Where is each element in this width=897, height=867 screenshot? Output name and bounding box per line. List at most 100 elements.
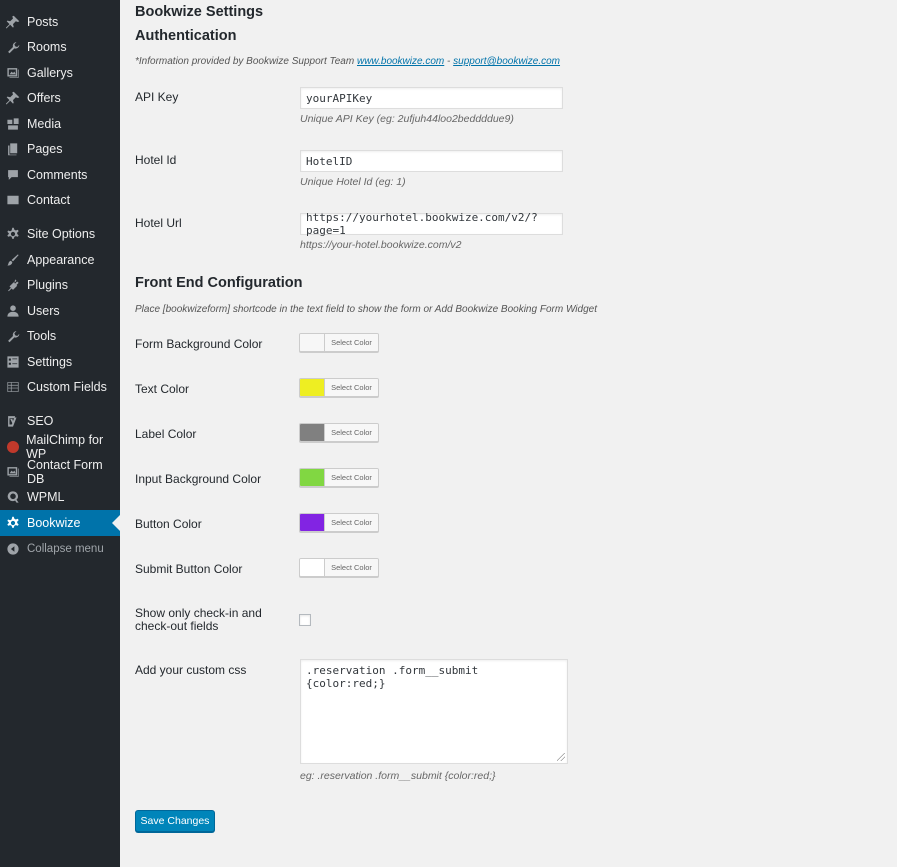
pin-icon [6,15,20,29]
menu-item-mailchimp[interactable]: MailChimp for WP [0,433,120,461]
mail-icon [6,193,20,207]
pin-icon [6,91,20,105]
menu-item-users[interactable]: Users [0,298,120,324]
gear-icon [6,516,20,530]
label-color-label: Label Color [135,427,197,441]
bookwize-website-link[interactable]: www.bookwize.com [357,56,444,67]
custom-css-label: Add your custom css [135,663,247,677]
menu-item-rooms[interactable]: Rooms [0,34,120,60]
custom-css-description: eg: .reservation .form__submit {color:re… [300,770,496,782]
frontend-heading: Front End Configuration [135,275,303,291]
menu-label: MailChimp for WP [26,433,104,461]
checkin-checkout-label: Show only check-in and check-out fields [135,607,262,633]
form-background-color-picker[interactable]: Select Color [299,333,379,352]
menu-item-offers[interactable]: Offers [0,85,120,111]
menu-label: SEO [27,414,54,428]
button-color-picker[interactable]: Select Color [299,513,379,532]
save-changes-button[interactable]: Save Changes [135,810,215,832]
select-color-button[interactable]: Select Color [325,379,378,396]
color-swatch [300,334,325,351]
submit-button-color-label: Submit Button Color [135,562,243,576]
menu-label: Tools [27,329,57,343]
mailchimp-icon [6,440,19,454]
menu-label: Contact [27,193,71,207]
checkin-checkout-checkbox[interactable] [299,614,311,626]
select-color-button[interactable]: Select Color [325,334,378,351]
menu-item-bookwize[interactable]: Bookwize [0,510,120,536]
api-key-description: Unique API Key (eg: 2ufjuh44loo2beddddue… [300,113,514,125]
menu-label: Gallerys [27,66,73,80]
api-key-input[interactable]: yourAPIKey [300,87,563,109]
menu-item-comments[interactable]: Comments [0,162,120,188]
menu-item-media[interactable]: Media [0,111,120,137]
menu-item-pages[interactable]: Pages [0,136,120,162]
menu-item-wpml[interactable]: WPML [0,484,120,510]
menu-item-tools[interactable]: Tools [0,323,120,349]
select-color-button[interactable]: Select Color [325,514,378,531]
color-swatch [300,469,325,486]
menu-label: Users [27,304,60,318]
hotel-id-input[interactable]: HotelID [300,150,563,172]
collapse-menu-button[interactable]: Collapse menu [0,536,120,562]
info-text: *Information provided by Bookwize Suppor… [135,56,357,67]
select-color-button[interactable]: Select Color [325,559,378,576]
user-icon [6,304,20,318]
menu-label: Bookwize [27,516,81,530]
input-background-color-picker[interactable]: Select Color [299,468,379,487]
button-color-label: Button Color [135,517,202,531]
menu-label: Offers [27,91,61,105]
color-swatch [300,559,325,576]
collapse-arrow-icon [6,542,20,556]
select-color-button[interactable]: Select Color [325,469,378,486]
brush-icon [6,253,20,267]
color-swatch [300,379,325,396]
menu-label: Site Options [27,227,96,241]
menu-label: Plugins [27,278,68,292]
menu-item-plugins[interactable]: Plugins [0,272,120,298]
menu-item-custom-fields[interactable]: Custom Fields [0,374,120,400]
menu-item-seo[interactable]: SEO [0,408,120,434]
hotel-id-label: Hotel Id [135,153,177,167]
menu-item-posts[interactable]: Posts [0,9,120,35]
support-email-link[interactable]: support@bookwize.com [453,56,560,67]
wrench-icon [6,329,20,343]
label-color-picker[interactable]: Select Color [299,423,379,442]
pages-icon [6,142,20,156]
menu-item-site-options[interactable]: Site Options [0,221,120,247]
collapse-label: Collapse menu [27,543,104,555]
hotel-url-input[interactable]: https://yourhotel.bookwize.com/v2/?page=… [300,211,563,237]
auth-info: *Information provided by Bookwize Suppor… [135,56,560,67]
select-color-button[interactable]: Select Color [325,424,378,441]
hotel-url-description: https://your-hotel.bookwize.com/v2 [300,239,462,251]
grid-icon [6,380,20,394]
menu-label: Posts [27,15,59,29]
page-title: Bookwize Settings [135,4,264,20]
input-background-color-label: Input Background Color [135,472,262,486]
admin-sidebar: Posts Rooms Gallerys Offers Media Pages … [0,0,120,867]
auth-heading: Authentication [135,28,237,44]
api-key-label: API Key [135,90,179,104]
yoast-icon [6,414,20,428]
menu-item-gallerys[interactable]: Gallerys [0,60,120,86]
menu-item-contact-form-db[interactable]: Contact Form DB [0,458,120,486]
media-icon [6,117,20,131]
menu-label: Rooms [27,40,67,54]
custom-css-textarea[interactable]: .reservation .form__submit {color:red;} [300,659,568,764]
menu-label: Pages [27,142,63,156]
submit-button-color-picker[interactable]: Select Color [299,558,379,577]
custom-css-value: .reservation .form__submit {color:red;} [306,664,479,690]
menu-item-appearance[interactable]: Appearance [0,247,120,273]
settings-icon [6,355,20,369]
resize-handle[interactable] [557,753,565,761]
hotel-url-label: Hotel Url [135,216,182,230]
checkin-label-line: check-out fields [135,619,219,633]
menu-label: WPML [27,490,65,504]
wrench-icon [6,40,20,54]
text-color-picker[interactable]: Select Color [299,378,379,397]
menu-label: Appearance [27,253,95,267]
color-swatch [300,424,325,441]
frontend-info: Place [bookwizeform] shortcode in the te… [135,304,597,315]
menu-item-settings[interactable]: Settings [0,349,120,375]
menu-label: Settings [27,355,73,369]
menu-item-contact[interactable]: Contact [0,187,120,213]
